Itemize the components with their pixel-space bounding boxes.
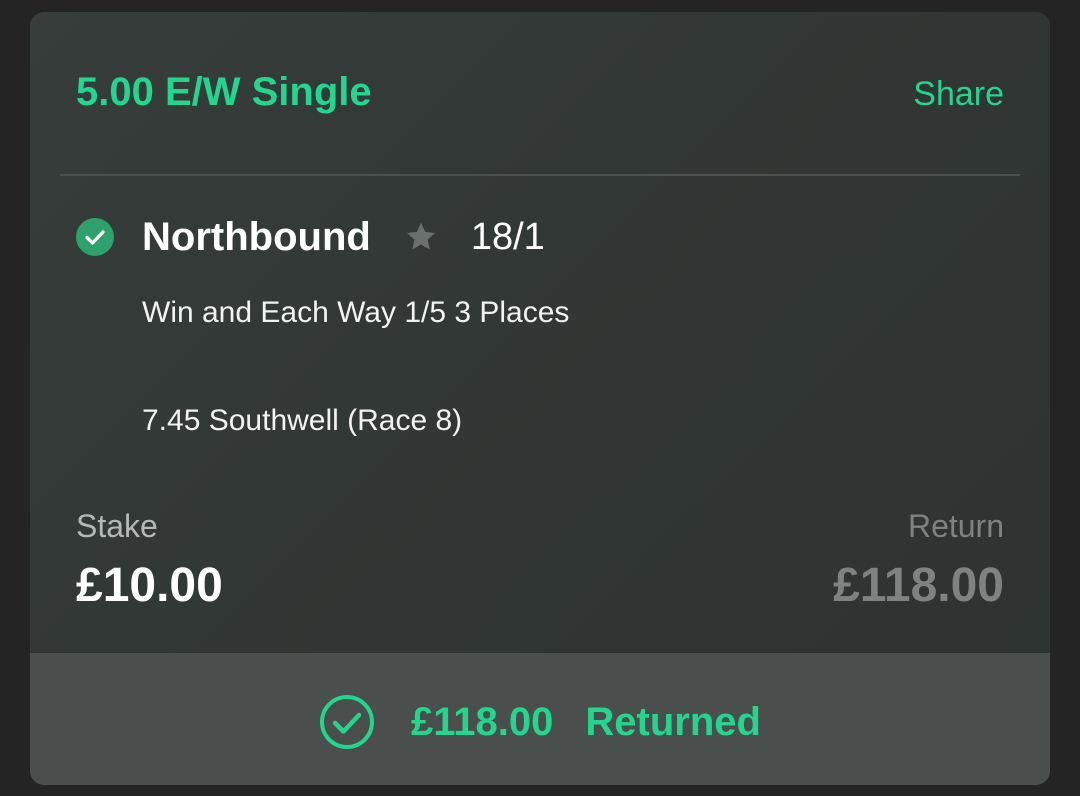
star-icon[interactable] [403,219,439,255]
stake-value: £10.00 [76,559,223,612]
bet-result-footer: £118.00 Returned [30,653,1050,785]
share-button[interactable]: Share [913,73,1004,115]
selection-odds: 18/1 [470,216,545,258]
selection-row: Northbound 18/1 [76,212,545,262]
check-circle-icon [76,218,114,256]
divider [60,174,1020,176]
bet-card: 5.00 E/W Single Share Northbound 18/1 Wi… [30,12,1050,785]
returned-status: Returned [585,700,761,744]
returned-amount: £118.00 [411,700,554,744]
bet-title: 5.00 E/W Single [76,70,372,114]
result-summary: £118.00 Returned [319,694,761,750]
return-label: Return [907,508,1004,544]
bet-header: 5.00 E/W Single Share [30,12,1050,174]
stake-label: Stake [76,508,158,544]
market-description: Win and Each Way 1/5 3 Places [142,296,570,329]
check-circle-outline-icon [319,694,375,750]
event-name: 7.45 Southwell (Race 8) [142,404,463,437]
selection-name: Northbound [142,215,371,259]
return-value: £118.00 [833,559,1004,612]
